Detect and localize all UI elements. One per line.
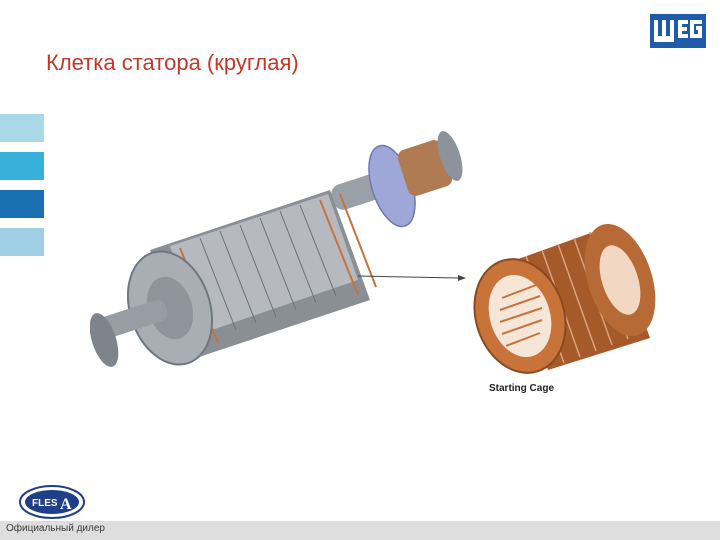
rotor-cage-illustration — [90, 131, 656, 374]
weg-logo — [650, 14, 706, 48]
slide-title: Клетка статора (круглая) — [46, 50, 299, 75]
side-tab-1 — [0, 114, 44, 142]
side-tab-4 — [0, 228, 44, 256]
svg-text:FLES: FLES — [32, 498, 58, 509]
footer-bar — [0, 521, 720, 540]
footer-dealer-text: Официальный дилер — [6, 523, 105, 534]
rotor-body — [126, 190, 377, 366]
starting-cage — [473, 223, 656, 374]
side-tab-2 — [0, 152, 44, 180]
dealer-logo: FLES A — [19, 485, 85, 519]
starting-cage-caption: Starting Cage — [489, 383, 555, 394]
side-tab-3 — [0, 190, 44, 218]
svg-text:A: A — [60, 496, 72, 513]
